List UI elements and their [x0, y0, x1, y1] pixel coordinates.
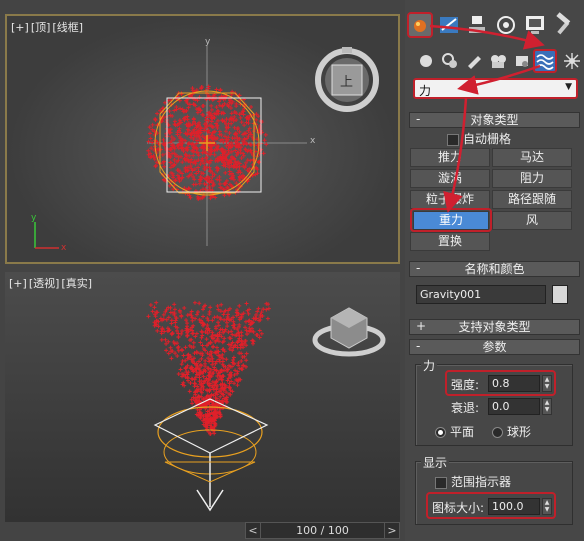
object-category-bar — [405, 49, 584, 74]
object-type-title: 对象类型 — [470, 113, 519, 127]
planar-radio-dot[interactable] — [435, 427, 446, 438]
top-axis-x: x — [310, 136, 316, 146]
strength-spinner[interactable]: ▲ ▼ — [542, 375, 552, 392]
autogrid-checkbox-box[interactable] — [447, 133, 459, 146]
utilities-tab[interactable] — [551, 12, 577, 38]
category-dropdown[interactable]: 力 ▼ — [413, 78, 578, 99]
decay-spinner[interactable]: ▲ ▼ — [542, 398, 552, 415]
icon-size-input[interactable]: 100.0 — [488, 498, 540, 515]
hierarchy-tab[interactable] — [464, 12, 490, 38]
support-types-rollout-header[interactable]: + 支持对象类型 — [409, 319, 580, 335]
modify-tab[interactable] — [436, 12, 462, 38]
vortex-button[interactable]: 漩涡 — [410, 169, 490, 188]
modify-icon — [440, 17, 458, 33]
push-button[interactable]: 推力 — [410, 148, 490, 167]
geometry-button[interactable] — [415, 50, 437, 72]
display-group-label: 显示 — [421, 454, 450, 471]
persp-viewport-scene — [146, 300, 386, 512]
viewcube-face-label: 上 — [340, 75, 353, 90]
spherical-radio-dot[interactable] — [492, 427, 503, 438]
category-dropdown-value: 力 — [419, 84, 432, 98]
drag-button[interactable]: 阻力 — [492, 169, 572, 188]
object-color-swatch[interactable] — [552, 285, 568, 304]
top-axis-y: y — [205, 37, 211, 47]
top-viewport[interactable]: [+] [顶] [线框] x y y x 上 — [5, 14, 400, 264]
motion-tab[interactable] — [493, 12, 519, 38]
time-slider-value: 100 / 100 — [296, 524, 349, 537]
autogrid-checkbox[interactable]: 自动栅格 — [447, 130, 511, 147]
viewcube-persp[interactable] — [312, 307, 386, 357]
range-indicators-checkbox[interactable]: 范围指示器 — [435, 473, 511, 490]
time-next-button[interactable]: > — [384, 523, 399, 538]
name-color-rollout-header[interactable]: - 名称和颜色 — [409, 261, 580, 277]
object-name-field[interactable]: Gravity001 — [416, 285, 546, 304]
autogrid-label: 自动栅格 — [463, 132, 512, 146]
support-types-title: 支持对象类型 — [458, 320, 531, 334]
decay-input[interactable]: 0.0 — [488, 398, 540, 415]
particle-stream — [146, 300, 271, 436]
top-viewport-scene: x y y x 上 — [31, 37, 379, 253]
displace-button[interactable]: 置换 — [410, 232, 490, 251]
spacewarps-button[interactable] — [533, 49, 557, 73]
command-panel-tabs — [405, 12, 584, 42]
pbomb-button[interactable]: 粒子爆炸 — [410, 190, 490, 209]
motion-icon — [497, 16, 515, 34]
shapes-icon — [442, 53, 457, 68]
decay-label: 衰退: — [451, 401, 480, 415]
helpers-icon — [516, 56, 528, 67]
icon-size-spinner[interactable]: ▲ ▼ — [542, 498, 552, 515]
time-prev-button[interactable]: < — [246, 523, 261, 538]
range-indicators-label: 范围指示器 — [451, 475, 512, 489]
spacewarps-icon — [536, 54, 554, 70]
path-follow-button[interactable]: 路径跟随 — [492, 190, 572, 209]
hierarchy-icon — [469, 16, 485, 33]
gravity-button[interactable]: 重力 — [413, 211, 489, 230]
cameras-icon — [491, 55, 506, 68]
systems-icon — [564, 53, 580, 69]
strength-label: 强度: — [451, 378, 480, 392]
svg-text:x: x — [61, 243, 67, 253]
lights-icon — [468, 56, 481, 69]
viewcube[interactable]: 上 — [315, 47, 379, 112]
helpers-button[interactable] — [511, 50, 533, 72]
display-tab[interactable] — [522, 12, 548, 38]
object-type-rollout-header[interactable]: - 对象类型 — [409, 112, 580, 128]
range-indicators-checkbox-box[interactable] — [435, 476, 447, 489]
force-group-label: 力 — [421, 357, 438, 374]
perspective-viewport[interactable]: [+] [透视] [真实] — [5, 272, 400, 522]
svg-text:y: y — [31, 213, 37, 223]
icon-size-label: 图标大小: — [432, 501, 485, 515]
create-tab[interactable] — [407, 12, 433, 38]
parameters-title: 参数 — [482, 340, 507, 354]
time-slider[interactable]: < 100 / 100 > — [245, 522, 400, 539]
create-icon — [414, 20, 426, 32]
strength-input[interactable]: 0.8 — [488, 375, 540, 392]
planar-label: 平面 — [450, 425, 475, 439]
utilities-icon — [556, 12, 571, 35]
display-icon — [526, 16, 544, 34]
name-color-title: 名称和颜色 — [464, 262, 525, 276]
geometry-icon — [420, 55, 432, 67]
motor-button[interactable]: 马达 — [492, 148, 572, 167]
parameters-rollout-header[interactable]: - 参数 — [409, 339, 580, 355]
cameras-button[interactable] — [487, 50, 509, 72]
command-panel: 力 ▼ - 对象类型 自动栅格 推力 马达 漩涡 阻力 粒子爆炸 路径跟随 重力 … — [405, 0, 584, 541]
planar-radio[interactable]: 平面 — [435, 423, 474, 440]
lights-button[interactable] — [463, 50, 485, 72]
wind-button[interactable]: 风 — [492, 211, 572, 230]
chevron-down-icon: ▼ — [565, 82, 572, 92]
systems-button[interactable] — [561, 50, 583, 72]
shapes-button[interactable] — [439, 50, 461, 72]
spherical-radio[interactable]: 球形 — [492, 423, 531, 440]
spherical-label: 球形 — [507, 425, 532, 439]
